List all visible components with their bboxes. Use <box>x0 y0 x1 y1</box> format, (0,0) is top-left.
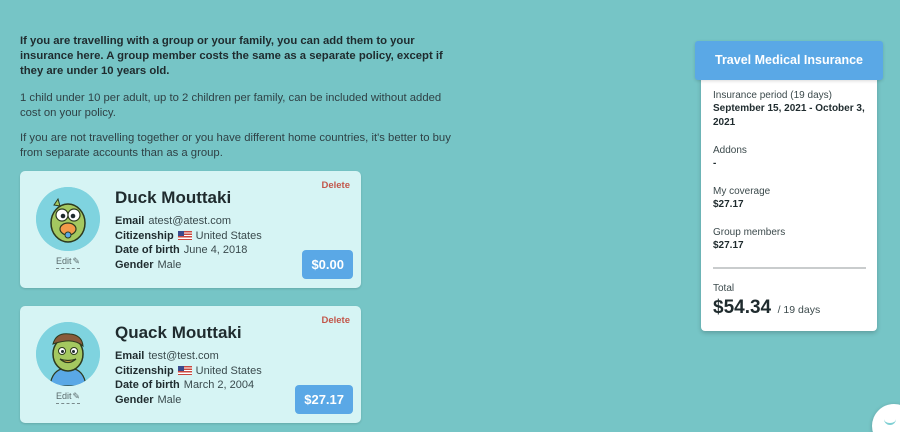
group-member-card: Edit✎ Duck Mouttaki Delete Email atest@at… <box>20 171 361 288</box>
total-label: Total <box>713 283 735 294</box>
chat-icon <box>884 418 896 425</box>
dob-label: Date of birth <box>115 379 180 391</box>
avatar <box>36 322 100 386</box>
period-value: September 15, 2021 - October 3, 2021 <box>713 103 865 128</box>
intro-paragraph-children: 1 child under 10 per adult, up to 2 chil… <box>20 92 442 119</box>
pencil-icon: ✎ <box>72 256 81 266</box>
dob-value: June 4, 2018 <box>183 244 248 256</box>
email-row: Email test@test.com <box>115 349 262 364</box>
group-members-block: Group members $27.17 <box>713 226 867 253</box>
pencil-icon: ✎ <box>72 391 81 401</box>
addons-block: Addons - <box>713 144 867 171</box>
gender-row: Gender Male <box>115 258 262 273</box>
email-value: test@test.com <box>148 350 219 362</box>
us-flag-icon <box>177 230 192 240</box>
addons-label: Addons <box>713 145 747 156</box>
gender-value: Male <box>157 258 182 271</box>
total-row: $54.34 / 19 days <box>713 297 867 319</box>
total-amount: $54.34 <box>713 297 772 318</box>
member-details: Email atest@atest.com Citizenship United S… <box>115 214 262 272</box>
addons-value: - <box>713 158 717 169</box>
gender-value: Male <box>157 393 182 406</box>
total-days: / 19 days <box>777 304 821 316</box>
group-members-label: Group members <box>713 227 786 238</box>
dob-row: Date of birth March 2, 2004 <box>115 378 262 393</box>
edit-label: Edit <box>56 256 72 266</box>
member-price-badge: $0.00 <box>302 250 353 279</box>
coverage-value: $27.17 <box>713 199 744 210</box>
email-value: atest@atest.com <box>148 215 232 227</box>
group-members-value: $27.17 <box>713 240 744 251</box>
citizenship-row: Citizenship United States <box>115 229 262 244</box>
edit-member-link[interactable]: Edit✎ <box>56 256 81 269</box>
period-label: Insurance period (19 days) <box>713 90 832 101</box>
avatar <box>36 187 100 251</box>
period-block: Insurance period (19 days) September 15,… <box>713 89 867 130</box>
gender-label: Gender <box>115 393 154 406</box>
dob-row: Date of birth June 4, 2018 <box>115 243 262 258</box>
intro-lead: If you are travelling with a group or yo… <box>20 35 443 77</box>
citizenship-label: Citizenship <box>115 364 174 377</box>
email-label: Email <box>115 215 145 227</box>
insurance-summary-panel: Insurance period (19 days) September 15,… <box>701 58 877 331</box>
gender-row: Gender Male <box>115 393 262 408</box>
email-label: Email <box>115 350 145 362</box>
dob-value: March 2, 2004 <box>183 379 255 391</box>
dob-label: Date of birth <box>115 244 180 256</box>
email-row: Email atest@atest.com <box>115 214 262 229</box>
intro-section: If you are travelling with a group or yo… <box>20 34 460 171</box>
member-details: Email test@test.com Citizenship United Sta… <box>115 349 262 407</box>
member-name: Quack Mouttaki <box>115 323 242 342</box>
group-member-card: Edit✎ Quack Mouttaki Delete Email test@te… <box>20 306 361 423</box>
citizenship-value: United States <box>195 364 262 377</box>
citizenship-label: Citizenship <box>115 229 174 242</box>
delete-member-button[interactable]: Delete <box>321 315 350 326</box>
summary-body: Insurance period (19 days) September 15,… <box>713 89 867 319</box>
chat-widget-button[interactable] <box>872 404 900 432</box>
duck-avatar-icon <box>36 322 100 386</box>
summary-title: Travel Medical Insurance <box>695 41 883 80</box>
coverage-label: My coverage <box>713 186 771 197</box>
citizenship-row: Citizenship United States <box>115 364 262 379</box>
duck-avatar-icon <box>36 187 100 251</box>
member-price-badge: $27.17 <box>295 385 353 414</box>
summary-divider <box>713 267 866 269</box>
delete-member-button[interactable]: Delete <box>321 180 350 191</box>
edit-label: Edit <box>56 391 72 401</box>
intro-paragraph-separate: If you are not travelling together or yo… <box>20 132 451 159</box>
coverage-block: My coverage $27.17 <box>713 185 867 212</box>
citizenship-value: United States <box>195 229 262 242</box>
us-flag-icon <box>177 365 192 375</box>
member-name: Duck Mouttaki <box>115 188 232 207</box>
edit-member-link[interactable]: Edit✎ <box>56 391 81 404</box>
gender-label: Gender <box>115 258 154 271</box>
